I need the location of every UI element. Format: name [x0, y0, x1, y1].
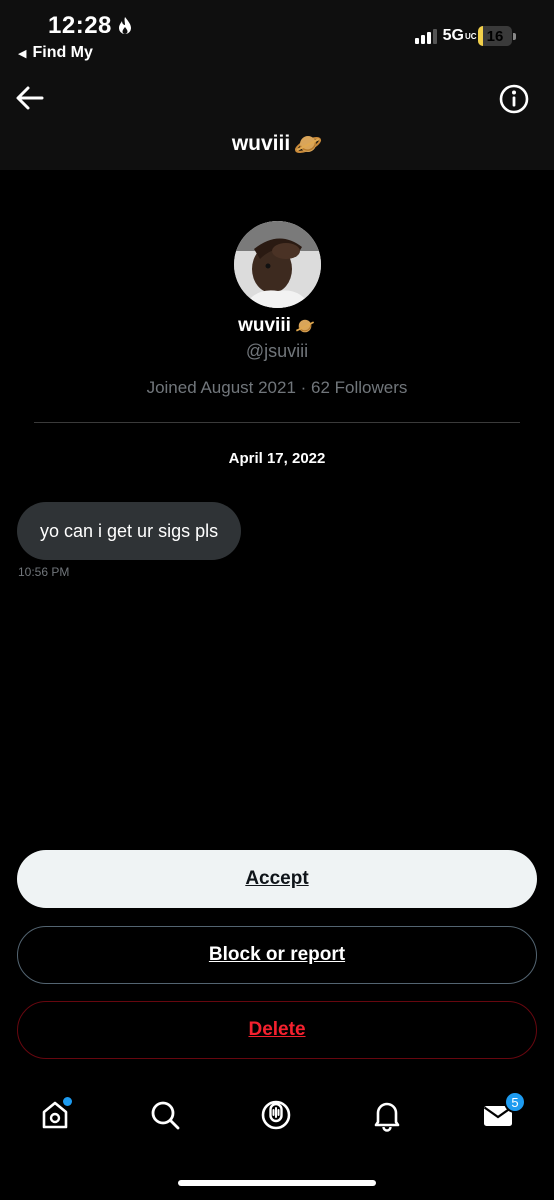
avatar[interactable] — [234, 221, 321, 308]
avatar-photo — [234, 221, 321, 308]
spaces-icon — [261, 1100, 291, 1130]
info-icon[interactable] — [498, 83, 530, 115]
tab-home[interactable] — [33, 1093, 77, 1137]
conversation-date: April 17, 2022 — [228, 450, 326, 467]
message-timestamp: 10:56 PM — [18, 565, 70, 579]
tab-notifications[interactable] — [365, 1093, 409, 1137]
profile-joined-followers: Joined August 2021 · 62 Followers — [146, 378, 408, 397]
messages-badge: 5 — [504, 1091, 526, 1113]
home-notification-dot — [63, 1097, 72, 1106]
battery-icon: 16 — [478, 26, 512, 46]
block-or-report-button[interactable]: Block or report — [17, 926, 537, 984]
ringed-planet-emoji-icon — [295, 319, 314, 333]
tab-messages[interactable]: 5 — [476, 1091, 526, 1137]
accept-button[interactable]: Accept — [17, 850, 537, 908]
profile-handle: @jsuviii — [245, 341, 309, 361]
search-icon — [151, 1101, 180, 1130]
focus-flame-icon — [118, 17, 131, 34]
tab-spaces[interactable] — [254, 1093, 298, 1137]
network-type: 5G UC — [442, 27, 477, 44]
delete-button[interactable]: Delete — [17, 1001, 537, 1059]
profile-name[interactable]: wuviii — [0, 315, 554, 337]
tab-search[interactable] — [143, 1093, 187, 1137]
ringed-planet-emoji-icon — [295, 136, 322, 153]
back-arrow-icon[interactable] — [14, 84, 46, 112]
signal-icon — [414, 28, 437, 44]
back-triangle-icon: ◀ — [18, 47, 27, 60]
back-to-app-link[interactable]: ◀ Find My — [18, 44, 93, 62]
status-time: 12:28 — [48, 12, 134, 40]
message-bubble[interactable]: yo can i get ur sigs pls — [17, 502, 242, 560]
home-indicator[interactable] — [178, 1180, 376, 1186]
divider — [34, 422, 520, 423]
notifications-icon — [374, 1102, 400, 1132]
status-indicators: 5G UC 16 — [414, 26, 516, 46]
conversation-title: wuviii — [0, 130, 554, 158]
